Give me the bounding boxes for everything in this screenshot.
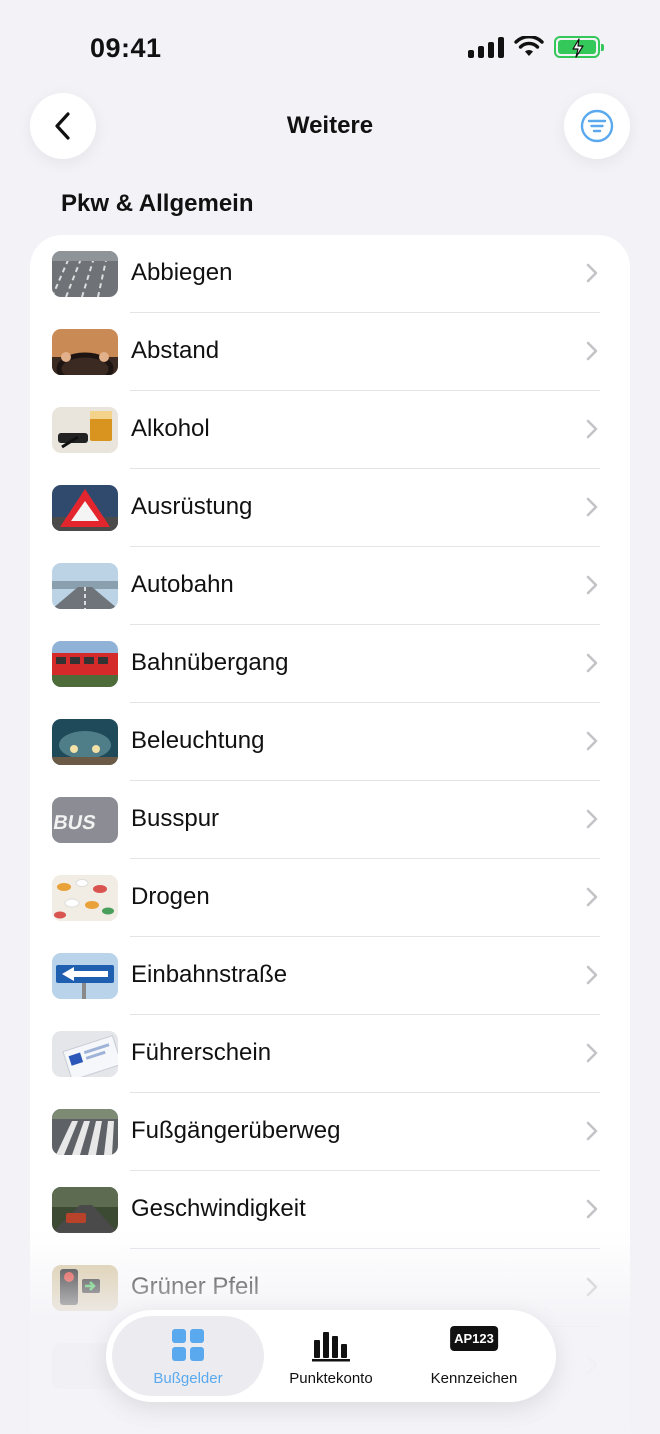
license-plate-text: AP123	[450, 1326, 498, 1351]
green-arrow-light-thumbnail	[52, 1265, 118, 1311]
warning-triangle-thumbnail	[52, 485, 118, 531]
tab-label: Kennzeichen	[430, 1370, 518, 1387]
list-item-label: Fußgängerüberweg	[131, 1117, 341, 1144]
highway-thumbnail	[52, 563, 118, 609]
list-item-beleuchtung[interactable]: Beleuchtung	[30, 703, 630, 781]
section-title: Pkw & Allgemein	[61, 190, 254, 217]
tab-punktekonto[interactable]: Punktekonto	[255, 1316, 407, 1396]
wifi-icon	[514, 36, 544, 56]
list-item-drogen[interactable]: Drogen	[30, 859, 630, 937]
chevron-right-icon	[586, 653, 598, 673]
bar-chart-icon	[312, 1332, 350, 1362]
filter-button[interactable]	[564, 93, 630, 159]
list-item-ausruestung[interactable]: Ausrüstung	[30, 469, 630, 547]
crosswalk-thumbnail	[52, 1109, 118, 1155]
chevron-right-icon	[586, 497, 598, 517]
road-lanes-thumbnail	[52, 251, 118, 297]
list-item-einbahnstrasse[interactable]: Einbahnstraße	[30, 937, 630, 1015]
status-icons	[468, 36, 604, 58]
chevron-right-icon	[586, 419, 598, 439]
list-item-autobahn[interactable]: Autobahn	[30, 547, 630, 625]
status-time: 09:41	[90, 33, 162, 63]
svg-text:BUS: BUS	[52, 812, 98, 834]
category-list: Abbiegen Abstand Alkohol Ausrüstung Auto…	[30, 235, 630, 1434]
cellular-signal-icon	[468, 36, 504, 58]
chevron-right-icon	[586, 1121, 598, 1141]
list-item-label: Autobahn	[131, 571, 234, 598]
headlights-thumbnail	[52, 719, 118, 765]
list-item-alkohol[interactable]: Alkohol	[30, 391, 630, 469]
bus-lane-thumbnail: BUS	[52, 797, 118, 843]
list-item-label: Abstand	[131, 337, 220, 364]
list-item-fuehrerschein[interactable]: Führerschein	[30, 1015, 630, 1093]
tab-label: Bußgelder	[153, 1370, 223, 1387]
chevron-right-icon	[586, 965, 598, 985]
list-item-label: Einbahnstraße	[131, 961, 288, 988]
filter-icon	[580, 109, 614, 143]
list-item-abbiegen[interactable]: Abbiegen	[30, 235, 630, 313]
tab-label: Punktekonto	[289, 1370, 373, 1387]
list-item-fussgaengerueberweg[interactable]: Fußgängerüberweg	[30, 1093, 630, 1171]
list-item-label: Ausrüstung	[131, 493, 253, 520]
train-thumbnail	[52, 641, 118, 687]
list-item-busspur[interactable]: BUS Busspur	[30, 781, 630, 859]
speed-road-thumbnail	[52, 1187, 118, 1233]
list-item-label: Busspur	[131, 805, 220, 832]
whiskey-glass-thumbnail	[52, 407, 118, 453]
list-item-label: Drogen	[131, 883, 210, 910]
list-item-label: Bahnübergang	[131, 649, 289, 676]
chevron-right-icon	[586, 1355, 598, 1375]
list-item-label: Geschwindigkeit	[131, 1195, 306, 1222]
chevron-right-icon	[586, 1199, 598, 1219]
grid-icon	[172, 1329, 204, 1361]
list-item-label: Beleuchtung	[131, 727, 265, 754]
list-item-geschwindigkeit[interactable]: Geschwindigkeit	[30, 1171, 630, 1249]
license-card-thumbnail	[52, 1031, 118, 1077]
license-plate-icon: AP123	[450, 1326, 498, 1351]
chevron-right-icon	[586, 1277, 598, 1297]
list-item-abstand[interactable]: Abstand	[30, 313, 630, 391]
list-item-bahnuebergang[interactable]: Bahnübergang	[30, 625, 630, 703]
chevron-right-icon	[586, 341, 598, 361]
pills-thumbnail	[52, 875, 118, 921]
one-way-sign-thumbnail	[52, 953, 118, 999]
tab-bar: Bußgelder Punktekonto AP123 Kennzeichen	[106, 1310, 556, 1402]
chevron-right-icon	[586, 575, 598, 595]
chevron-right-icon	[586, 731, 598, 751]
list-item-label: Alkohol	[131, 415, 210, 442]
list-item-label: Abbiegen	[131, 259, 233, 286]
status-bar: 09:41	[0, 0, 660, 90]
chevron-right-icon	[586, 887, 598, 907]
chevron-right-icon	[586, 263, 598, 283]
steering-wheel-thumbnail	[52, 329, 118, 375]
page-title: Weitere	[286, 112, 374, 139]
chevron-right-icon	[586, 809, 598, 829]
battery-icon	[554, 36, 604, 58]
tab-kennzeichen[interactable]: AP123 Kennzeichen	[398, 1316, 550, 1396]
tab-bussgelder[interactable]: Bußgelder	[112, 1316, 264, 1396]
list-item-label: Führerschein	[131, 1039, 272, 1066]
list-item-label: Grüner Pfeil	[131, 1273, 260, 1300]
chevron-right-icon	[586, 1043, 598, 1063]
